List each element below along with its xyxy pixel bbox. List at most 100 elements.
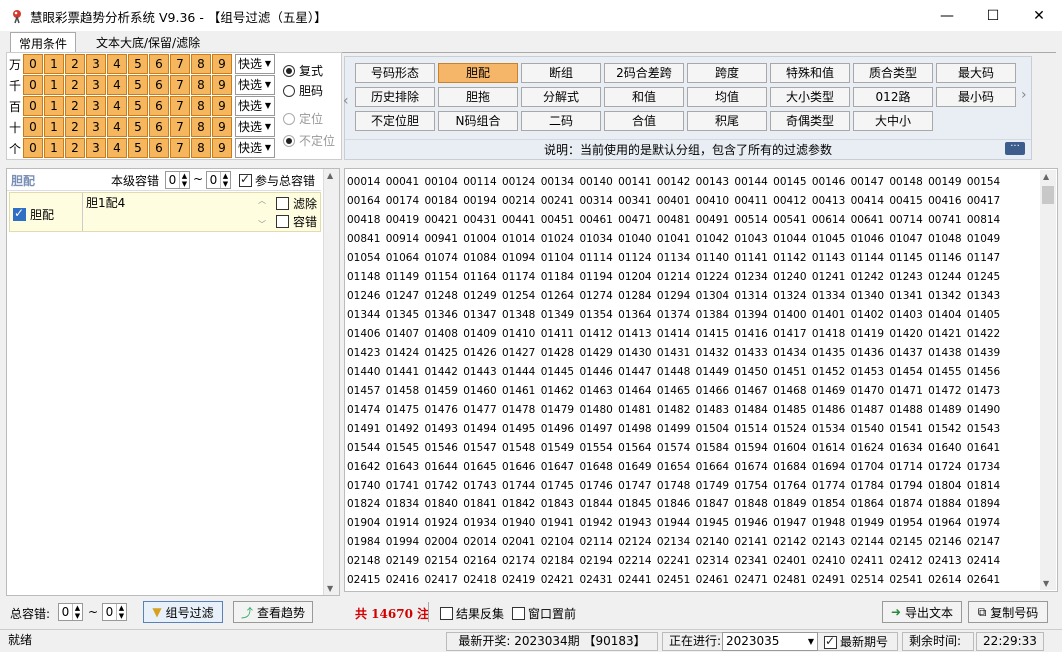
participate-checkbox[interactable] <box>239 172 252 187</box>
digit-cell[interactable]: 1 <box>44 117 64 137</box>
issue-dropdown[interactable]: 2023035 ▼ <box>722 632 818 651</box>
digit-cell[interactable]: 4 <box>107 117 127 137</box>
scroll-down-icon[interactable]: ▼ <box>1043 579 1049 588</box>
view-trend-button[interactable]: ⤴ 查看趋势 <box>233 601 313 623</box>
filter-button[interactable]: 特殊和值 <box>770 63 850 83</box>
digit-cell[interactable]: 4 <box>107 96 127 116</box>
minimize-button[interactable]: — <box>924 0 970 31</box>
filter-button[interactable]: 012路 <box>853 87 933 107</box>
digit-cell[interactable]: 4 <box>107 54 127 74</box>
filter-button[interactable]: 大小类型 <box>770 87 850 107</box>
chevron-down-icon[interactable]: ▼ <box>808 633 814 650</box>
digit-cell[interactable]: 4 <box>107 138 127 158</box>
digit-cell[interactable]: 9 <box>212 75 232 95</box>
digit-cell[interactable]: 9 <box>212 117 232 137</box>
digit-cell[interactable]: 6 <box>149 138 169 158</box>
filter-button[interactable]: 胆拖 <box>438 87 518 107</box>
export-text-button[interactable]: ➜ 导出文本 <box>882 601 962 623</box>
filter-button[interactable]: 奇偶类型 <box>770 111 850 131</box>
digit-cell[interactable]: 3 <box>86 117 106 137</box>
digit-cell[interactable]: 8 <box>191 138 211 158</box>
digit-cell[interactable]: 0 <box>23 96 43 116</box>
digit-cell[interactable]: 9 <box>212 54 232 74</box>
item-checkbox[interactable] <box>13 206 26 221</box>
filter-button[interactable]: 断组 <box>521 63 601 83</box>
digit-cell[interactable]: 7 <box>170 117 190 137</box>
filter-button[interactable]: 积尾 <box>687 111 767 131</box>
digit-cell[interactable]: 8 <box>191 75 211 95</box>
digit-cell[interactable]: 2 <box>65 54 85 74</box>
left-list-scrollbar[interactable]: ▲ ▼ <box>323 169 339 595</box>
filter-button[interactable]: 跨度 <box>687 63 767 83</box>
chevron-down-icon[interactable]: ▼ <box>262 139 274 157</box>
scroll-right-icon[interactable]: › <box>1021 87 1027 103</box>
filter-button[interactable]: 最小码 <box>936 87 1016 107</box>
digit-cell[interactable]: 7 <box>170 96 190 116</box>
digit-cell[interactable]: 8 <box>191 117 211 137</box>
digit-cell[interactable]: 3 <box>86 54 106 74</box>
group-filter-button[interactable]: ▼ 组号过滤 <box>143 601 223 623</box>
digit-cell[interactable]: 2 <box>65 138 85 158</box>
quick-select-dropdown[interactable]: 快选 ▼ <box>235 54 275 74</box>
digit-cell[interactable]: 8 <box>191 54 211 74</box>
quick-select-dropdown[interactable]: 快选 ▼ <box>235 117 275 137</box>
mode-radio-1[interactable]: 胆码 <box>283 82 323 99</box>
chevron-down-icon[interactable]: ▼ <box>262 118 274 136</box>
chevron-down-icon[interactable]: ▼ <box>262 97 274 115</box>
digit-cell[interactable]: 5 <box>128 75 148 95</box>
latest-issue-checkbox[interactable] <box>824 634 837 649</box>
filter-out-checkbox[interactable] <box>276 196 289 210</box>
tolerance-max-stepper[interactable]: 0 ▲ ▼ <box>206 171 231 189</box>
digit-cell[interactable]: 0 <box>23 117 43 137</box>
digit-cell[interactable]: 1 <box>44 75 64 95</box>
filter-button[interactable]: 分解式 <box>521 87 601 107</box>
digit-cell[interactable]: 5 <box>128 117 148 137</box>
total-tol-min-stepper[interactable]: 0 ▲ ▼ <box>58 603 83 621</box>
close-button[interactable]: ✕ <box>1016 0 1062 31</box>
mode-radio-0[interactable]: 复式 <box>283 62 323 79</box>
tab-text-filter[interactable]: 文本大底/保留/滤除 <box>88 32 208 52</box>
quick-select-dropdown[interactable]: 快选 ▼ <box>235 96 275 116</box>
stepper-arrows-icon[interactable]: ▲ ▼ <box>179 172 189 188</box>
item-value-field[interactable]: 胆1配4 <box>86 194 272 230</box>
quick-select-dropdown[interactable]: 快选 ▼ <box>235 75 275 95</box>
digit-cell[interactable]: 7 <box>170 75 190 95</box>
digit-cell[interactable]: 0 <box>23 54 43 74</box>
filter-button[interactable]: 最大码 <box>936 63 1016 83</box>
digit-cell[interactable]: 1 <box>44 138 64 158</box>
stepper-arrows-icon[interactable]: ▲ ▼ <box>72 604 82 620</box>
filter-button[interactable]: N码组合 <box>438 111 518 131</box>
filter-button[interactable]: 合值 <box>604 111 684 131</box>
digit-cell[interactable]: 1 <box>44 54 64 74</box>
digit-cell[interactable]: 3 <box>86 96 106 116</box>
scroll-left-icon[interactable]: ‹ <box>343 93 349 109</box>
filter-button[interactable]: 和值 <box>604 87 684 107</box>
digit-cell[interactable]: 6 <box>149 75 169 95</box>
digit-cell[interactable]: 5 <box>128 96 148 116</box>
digit-cell[interactable]: 6 <box>149 96 169 116</box>
filter-button[interactable]: 号码形态 <box>355 63 435 83</box>
total-tol-max-stepper[interactable]: 0 ▲ ▼ <box>102 603 127 621</box>
scroll-up-icon[interactable]: ▲ <box>327 171 333 180</box>
filter-button[interactable]: 均值 <box>687 87 767 107</box>
tolerance-checkbox[interactable] <box>276 214 289 228</box>
digit-cell[interactable]: 0 <box>23 138 43 158</box>
digit-cell[interactable]: 4 <box>107 75 127 95</box>
digit-cell[interactable]: 5 <box>128 54 148 74</box>
quick-select-dropdown[interactable]: 快选 ▼ <box>235 138 275 158</box>
digit-cell[interactable]: 0 <box>23 75 43 95</box>
filter-button[interactable]: 质合类型 <box>853 63 933 83</box>
digit-cell[interactable]: 7 <box>170 138 190 158</box>
stepper-arrows-icon[interactable]: ▲ ▼ <box>116 604 126 620</box>
digit-cell[interactable]: 1 <box>44 96 64 116</box>
result-reverse-checkbox[interactable] <box>440 606 453 620</box>
filter-button[interactable]: 历史排除 <box>355 87 435 107</box>
digit-cell[interactable]: 2 <box>65 96 85 116</box>
filter-button[interactable]: 2码合差跨 <box>604 63 684 83</box>
result-scrollbar[interactable]: ▲ ▼ <box>1040 170 1056 590</box>
digit-cell[interactable]: 6 <box>149 117 169 137</box>
filter-button[interactable]: 不定位胆 <box>355 111 435 131</box>
scroll-up-icon[interactable]: ▲ <box>1043 172 1049 181</box>
scroll-thumb[interactable] <box>1042 186 1054 204</box>
stepper-arrows-icon[interactable]: ▲ ▼ <box>220 172 230 188</box>
